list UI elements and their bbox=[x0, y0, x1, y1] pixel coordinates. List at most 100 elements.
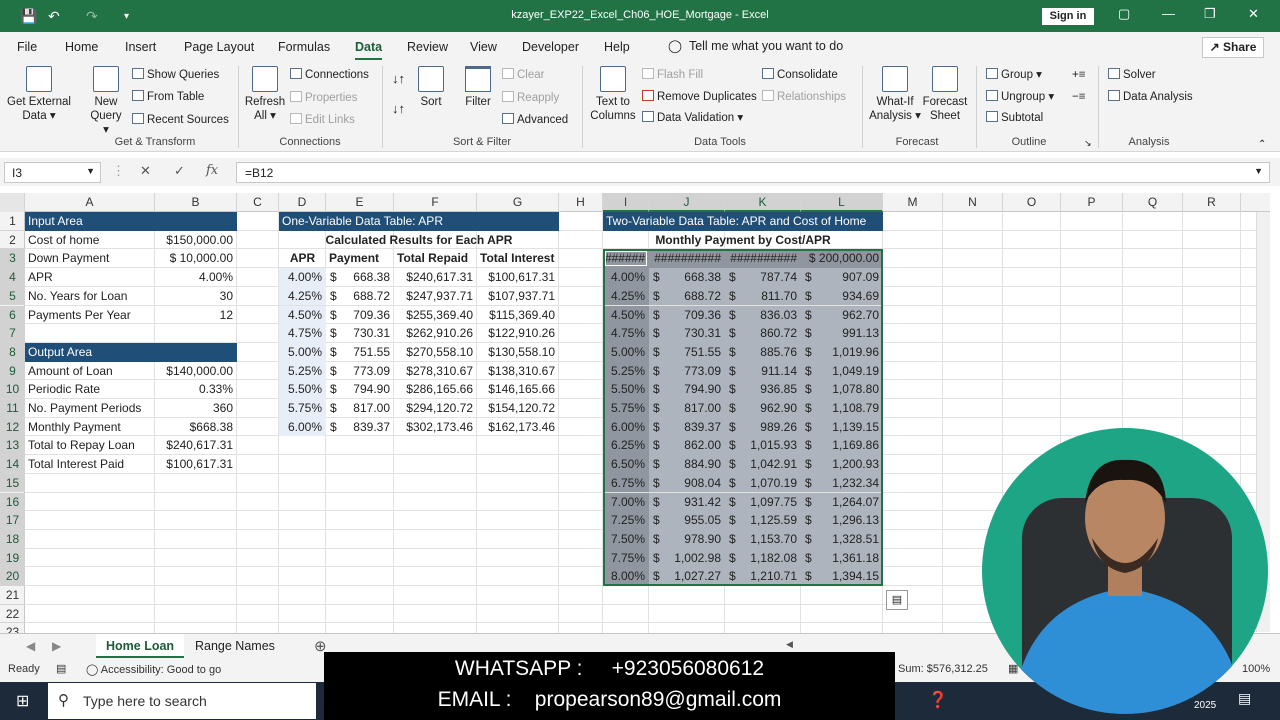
windows-start-icon[interactable]: ⊞ bbox=[16, 691, 29, 711]
tab-page-layout[interactable]: Page Layout bbox=[184, 40, 254, 54]
two-var-payment-2[interactable]: $1,042.91 bbox=[725, 455, 801, 474]
text-to-columns-button[interactable]: Text to Columns bbox=[588, 66, 638, 123]
refresh-all-button[interactable]: Refresh All ▾ bbox=[244, 66, 286, 123]
one-var-payment[interactable]: $817.00 bbox=[326, 399, 394, 418]
two-var-header[interactable]: ###### bbox=[603, 249, 649, 269]
one-var-payment[interactable]: $773.09 bbox=[326, 362, 394, 381]
row-header-17[interactable]: 17 bbox=[0, 511, 25, 530]
sort-button[interactable]: Sort bbox=[416, 66, 446, 109]
two-var-payment-3[interactable]: $1,264.07 bbox=[801, 492, 883, 512]
column-header-a[interactable]: A bbox=[25, 193, 155, 212]
two-var-payment-2[interactable]: $1,125.59 bbox=[725, 511, 801, 530]
two-var-payment-3[interactable]: $1,394.15 bbox=[801, 567, 883, 586]
macro-record-icon[interactable]: ▤ bbox=[56, 662, 66, 675]
column-header-c[interactable]: C bbox=[237, 193, 279, 212]
row-header-21[interactable]: 21 bbox=[0, 586, 25, 605]
one-var-apr[interactable]: 5.75% bbox=[279, 399, 326, 418]
row-header-9[interactable]: 9 bbox=[0, 361, 25, 381]
restore-icon[interactable]: ❐ bbox=[1204, 6, 1216, 22]
two-var-payment-3[interactable]: $962.70 bbox=[801, 305, 883, 325]
two-var-apr[interactable]: 7.75% bbox=[603, 548, 649, 568]
one-var-total-interest[interactable]: $154,120.72 bbox=[477, 399, 559, 418]
taskbar-search[interactable]: ⚲ Type here to search bbox=[48, 683, 316, 719]
select-all-corner[interactable] bbox=[0, 193, 25, 212]
sort-az-icon[interactable]: ↓↑ bbox=[392, 72, 405, 86]
from-table-button[interactable]: From Table bbox=[132, 90, 204, 104]
row-header-3[interactable]: 3 bbox=[0, 249, 25, 269]
ribbon-display-icon[interactable]: ▢ bbox=[1118, 6, 1130, 22]
scroll-tabs-left-icon[interactable]: ◀ bbox=[26, 639, 35, 653]
name-box[interactable]: I3 ▼ bbox=[4, 162, 101, 183]
two-var-payment-1[interactable]: $668.38 bbox=[649, 268, 725, 287]
two-var-payment-2[interactable]: $885.76 bbox=[725, 342, 801, 362]
row-header-7[interactable]: 7 bbox=[0, 324, 25, 343]
input-value[interactable]: 12 bbox=[155, 306, 237, 325]
row-header-15[interactable]: 15 bbox=[0, 473, 25, 493]
row-header-10[interactable]: 10 bbox=[0, 380, 25, 399]
row-header-12[interactable]: 12 bbox=[0, 417, 25, 437]
two-var-payment-2[interactable]: $1,015.93 bbox=[725, 436, 801, 456]
column-header-l[interactable]: L bbox=[801, 193, 883, 212]
column-header-i[interactable]: I bbox=[603, 193, 649, 212]
two-var-payment-2[interactable]: $860.72 bbox=[725, 324, 801, 343]
two-var-payment-1[interactable]: $688.72 bbox=[649, 286, 725, 306]
one-var-total-repaid[interactable]: $302,173.46 bbox=[394, 418, 477, 437]
two-var-payment-1[interactable]: $978.90 bbox=[649, 529, 725, 549]
row-header-14[interactable]: 14 bbox=[0, 455, 25, 474]
recent-sources-button[interactable]: Recent Sources bbox=[132, 113, 229, 127]
two-var-apr[interactable]: 6.50% bbox=[603, 455, 649, 474]
sign-in-button[interactable]: Sign in bbox=[1042, 8, 1094, 25]
column-header-n[interactable]: N bbox=[943, 193, 1003, 212]
two-var-payment-1[interactable]: $931.42 bbox=[649, 492, 725, 512]
two-var-payment-1[interactable]: $1,027.27 bbox=[649, 567, 725, 586]
solver-button[interactable]: Solver bbox=[1108, 68, 1156, 82]
one-var-apr[interactable]: 4.75% bbox=[279, 324, 326, 343]
output-value[interactable]: $668.38 bbox=[155, 418, 237, 437]
one-var-total-interest[interactable]: $138,310.67 bbox=[477, 362, 559, 381]
column-header-e[interactable]: E bbox=[326, 193, 394, 212]
two-var-payment-2[interactable]: $911.14 bbox=[725, 361, 801, 381]
one-var-title[interactable]: One-Variable Data Table: APR bbox=[279, 212, 559, 231]
one-var-total-interest[interactable]: $115,369.40 bbox=[477, 306, 559, 325]
output-value[interactable]: $140,000.00 bbox=[155, 362, 237, 381]
two-var-payment-3[interactable]: $1,296.13 bbox=[801, 511, 883, 530]
two-var-apr[interactable]: 6.00% bbox=[603, 417, 649, 437]
sheet-tab-home-loan[interactable]: Home Loan bbox=[96, 634, 185, 658]
share-button[interactable]: ↗ Share bbox=[1202, 37, 1264, 58]
one-var-total-repaid[interactable]: $278,310.67 bbox=[394, 362, 477, 381]
tell-me-search[interactable]: ◯ Tell me what you want to do bbox=[668, 38, 843, 53]
tab-formulas[interactable]: Formulas bbox=[278, 40, 330, 54]
two-var-payment-2[interactable]: $811.70 bbox=[725, 286, 801, 306]
two-var-subtitle[interactable]: Monthly Payment by Cost/APR bbox=[603, 231, 883, 250]
advanced-button[interactable]: Advanced bbox=[502, 113, 568, 127]
one-var-payment[interactable]: $794.90 bbox=[326, 380, 394, 399]
one-var-payment[interactable]: $668.38 bbox=[326, 268, 394, 287]
outline-launcher-icon[interactable]: ↘ bbox=[1084, 136, 1092, 150]
two-var-apr[interactable]: 4.50% bbox=[603, 305, 649, 325]
two-var-payment-2[interactable]: $1,210.71 bbox=[725, 567, 801, 586]
two-var-payment-1[interactable]: $839.37 bbox=[649, 417, 725, 437]
scroll-left-icon[interactable]: ◀ bbox=[786, 639, 793, 650]
scroll-tabs-right-icon[interactable]: ▶ bbox=[52, 639, 61, 653]
expand-formula-icon[interactable]: ▼ bbox=[1254, 166, 1263, 176]
one-var-apr[interactable]: 4.50% bbox=[279, 305, 326, 325]
column-header-o[interactable]: O bbox=[1003, 193, 1061, 212]
two-var-payment-2[interactable]: $1,097.75 bbox=[725, 492, 801, 512]
filter-button[interactable]: Filter bbox=[462, 66, 494, 109]
output-label[interactable]: Total to Repay Loan bbox=[25, 436, 155, 455]
two-var-payment-1[interactable]: $884.90 bbox=[649, 455, 725, 474]
two-var-apr[interactable]: 6.25% bbox=[603, 436, 649, 456]
one-var-total-repaid[interactable]: $247,937.71 bbox=[394, 287, 477, 306]
one-var-payment[interactable]: $688.72 bbox=[326, 287, 394, 306]
input-label[interactable]: Cost of home bbox=[25, 231, 155, 250]
two-var-apr[interactable]: 6.75% bbox=[603, 473, 649, 493]
one-var-apr[interactable]: 5.50% bbox=[279, 380, 326, 399]
row-header-11[interactable]: 11 bbox=[0, 399, 25, 418]
one-var-header[interactable]: Total Repaid bbox=[394, 249, 477, 268]
connections-button[interactable]: Connections bbox=[290, 68, 369, 82]
two-var-payment-1[interactable]: $794.90 bbox=[649, 380, 725, 399]
group-button[interactable]: Group ▾ bbox=[986, 68, 1042, 82]
confirm-entry-icon[interactable]: ✓ bbox=[174, 163, 185, 179]
two-var-payment-3[interactable]: $1,108.79 bbox=[801, 399, 883, 418]
one-var-total-interest[interactable]: $107,937.71 bbox=[477, 287, 559, 306]
